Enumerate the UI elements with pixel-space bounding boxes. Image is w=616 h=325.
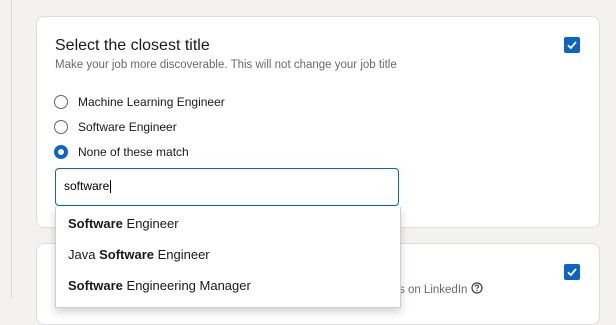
radio-button[interactable] <box>54 95 68 109</box>
card2-text: s on LinkedIn <box>399 282 484 297</box>
text-caret <box>110 180 112 194</box>
suggestion-item[interactable]: Java Software Engineer <box>68 247 210 262</box>
card-subtitle: Make your job more discoverable. This wi… <box>55 59 397 71</box>
radio-option-none-match[interactable]: None of these match <box>54 145 189 159</box>
suggestion-item[interactable]: Software Engineering Manager <box>68 278 251 293</box>
title-suggestions-dropdown: Software Engineer Java Software Engineer… <box>55 207 401 308</box>
radio-button[interactable] <box>54 120 68 134</box>
checkbox-checked[interactable] <box>564 264 580 280</box>
radio-option-machine-learning-engineer[interactable]: Machine Learning Engineer <box>54 95 225 109</box>
input-value: software <box>64 179 110 193</box>
card2-text-label: s on LinkedIn <box>399 283 468 296</box>
title-search-input[interactable]: software <box>55 168 399 206</box>
radio-label: Machine Learning Engineer <box>78 95 225 109</box>
radio-label: None of these match <box>78 145 189 159</box>
radio-button-selected[interactable] <box>54 145 68 159</box>
checkmark-icon <box>567 268 577 277</box>
card-title: Select the closest title <box>55 37 210 54</box>
suggestion-item[interactable]: Software Engineer <box>68 216 179 231</box>
radio-label: Software Engineer <box>78 120 177 134</box>
checkbox-checked[interactable] <box>564 37 580 53</box>
help-icon[interactable] <box>471 282 484 297</box>
radio-option-software-engineer[interactable]: Software Engineer <box>54 120 177 134</box>
closest-title-card: Select the closest title Make your job m… <box>36 16 600 228</box>
checkmark-icon <box>567 41 577 50</box>
left-divider <box>11 0 12 298</box>
